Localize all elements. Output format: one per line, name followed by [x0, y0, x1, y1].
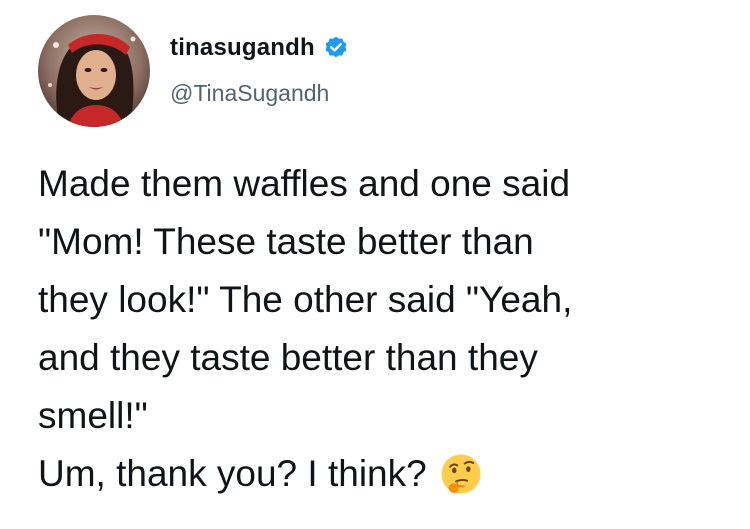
tweet-card: tinasugandh @TinaSugandh Made them waffl…	[0, 0, 750, 529]
tweet-closing-text: Um, thank you? I think?	[38, 453, 427, 494]
tweet-text: Made them waffles and one said "Mom! The…	[38, 163, 573, 436]
author-handle[interactable]: @TinaSugandh	[170, 80, 329, 107]
author-name-row: tinasugandh	[170, 32, 349, 64]
verified-badge-icon	[323, 35, 349, 61]
author-display-name[interactable]: tinasugandh	[170, 34, 315, 62]
thinking-face-icon	[439, 452, 483, 496]
avatar-photo	[38, 15, 150, 127]
tweet-closing-line: Um, thank you? I think?	[38, 445, 483, 503]
avatar[interactable]	[38, 15, 150, 127]
